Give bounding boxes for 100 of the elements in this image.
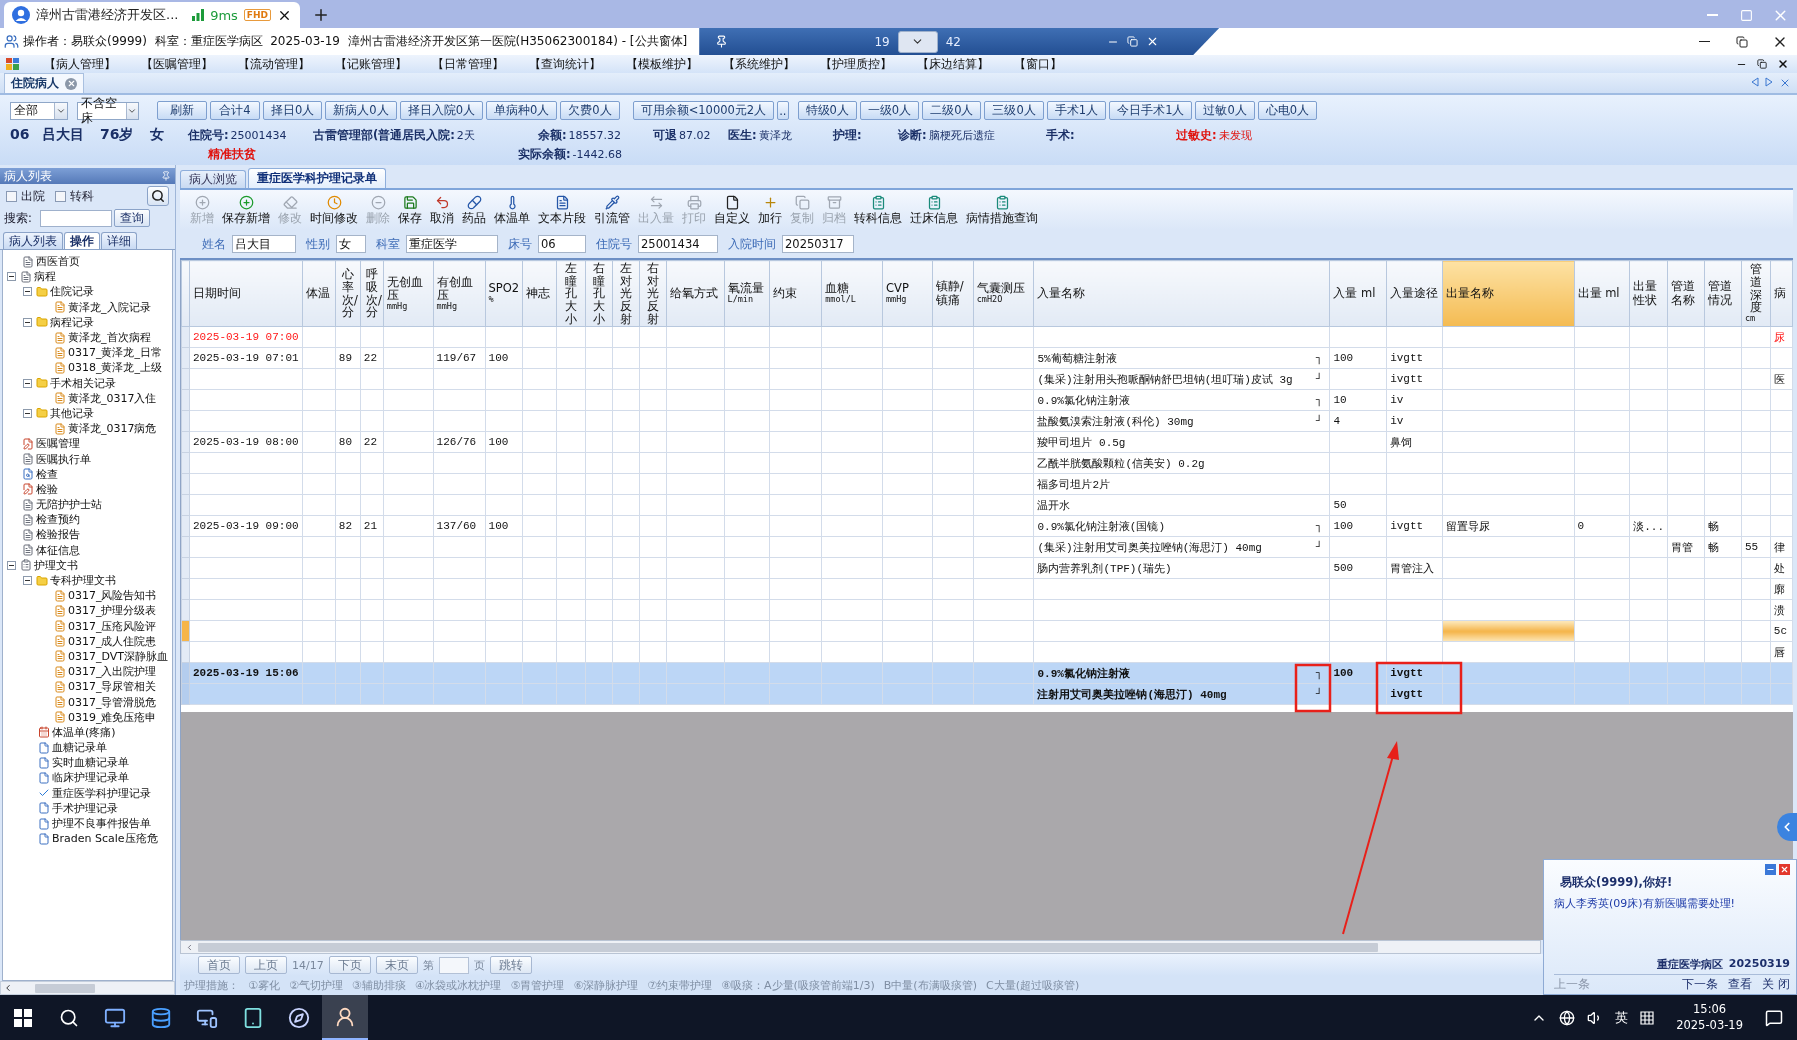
panel-tab[interactable]: 病人列表 (3, 232, 63, 249)
toolbar-button[interactable]: 取消 (426, 194, 458, 226)
menu-item[interactable]: 【护理质控】 (820, 56, 892, 72)
tree-item[interactable]: 0318_黄泽龙_上级 (68, 360, 162, 376)
tree-item[interactable]: 护理不良事件报告单 (52, 816, 151, 832)
menu-item[interactable]: 【床边结算】 (917, 56, 989, 72)
filter-button[interactable]: 择日入院0人 (399, 101, 483, 120)
search-button[interactable] (147, 186, 169, 206)
filter-button[interactable]: 欠费0人 (560, 101, 620, 120)
filter-button[interactable]: 手术1人 (1046, 101, 1107, 120)
more-button[interactable]: .. (777, 101, 789, 120)
dropdown[interactable]: 全部 (10, 101, 68, 120)
tree-item[interactable]: 黄泽龙_0317病危 (68, 421, 157, 437)
toolbar-button[interactable]: 转科信息 (850, 194, 906, 226)
input-field[interactable]: 吕大目 (232, 235, 296, 253)
input-method-indicator[interactable]: 英 (1615, 1008, 1629, 1027)
notification-icon[interactable] (1765, 1008, 1783, 1027)
menu-item[interactable]: 【日常管理】 (432, 56, 504, 72)
tree-item[interactable]: 病程 (34, 269, 56, 285)
notification-link[interactable]: 关 闭 (1762, 977, 1790, 992)
tree-item[interactable]: 重症医学科护理记录 (52, 785, 151, 801)
panel-tab[interactable]: 操作 (64, 232, 100, 249)
input-field[interactable]: 20250317 (782, 235, 854, 253)
tree-item[interactable]: 0317_压疮风险评 (68, 618, 157, 634)
tree-item[interactable]: 血糖记录单 (52, 740, 107, 756)
tree-item[interactable]: 0317_导管滑脱危 (68, 694, 157, 710)
collapse-icon[interactable] (7, 272, 16, 282)
query-button[interactable]: 查询 (113, 209, 150, 227)
pin-icon[interactable] (715, 35, 729, 48)
tree-item[interactable]: 专科护理文书 (50, 573, 116, 589)
document-tab[interactable]: 重症医学科护理记录单 (248, 168, 386, 188)
search-icon[interactable] (59, 1007, 79, 1028)
column-header[interactable]: 心率次/分 (335, 260, 361, 327)
column-header[interactable]: 病 (1770, 260, 1793, 327)
collapse-icon[interactable] (7, 560, 16, 570)
tree-item[interactable]: 临床护理记录单 (52, 770, 129, 786)
tree-item[interactable]: 0317_黄泽龙_日常 (68, 345, 162, 361)
previous-page-button[interactable]: 上页 (245, 956, 287, 974)
column-header[interactable]: 右瞳孔大小 (585, 260, 613, 327)
dropdown-button[interactable] (897, 30, 938, 53)
tree-item[interactable]: 无陪护护士站 (36, 497, 102, 513)
menu-item[interactable]: 【记账管理】 (335, 56, 407, 72)
column-header[interactable]: 出量名称 (1442, 260, 1574, 327)
page-number-field[interactable] (438, 956, 469, 974)
database-icon[interactable] (150, 1006, 172, 1029)
close-icon[interactable] (1777, 58, 1789, 70)
tree-item[interactable]: 0317_DVT深静脉血 (68, 648, 168, 664)
horizontal-scrollbar[interactable] (0, 981, 175, 995)
toolbar-button[interactable]: 自定义 (710, 194, 754, 226)
search-field[interactable] (39, 209, 112, 227)
compass-icon[interactable] (288, 1006, 310, 1029)
column-header[interactable]: 约束 (769, 260, 822, 327)
filter-button[interactable]: 刷新 (157, 101, 207, 120)
column-header[interactable]: SPO2 % (485, 260, 523, 327)
tree-item[interactable]: 0317_导尿管相关 (68, 679, 157, 695)
tree-item[interactable]: 其他记录 (50, 405, 94, 421)
column-header[interactable]: 有创血压 mmHg (433, 260, 486, 327)
column-header[interactable]: 无创血压 mmHg (383, 260, 434, 327)
column-header[interactable]: 给氧方式 (666, 260, 724, 327)
column-header[interactable]: 左对光反射 (612, 260, 640, 327)
column-header[interactable]: 神志 (522, 260, 557, 327)
column-header[interactable]: 出量性状 (1629, 260, 1668, 327)
column-header[interactable]: 日期时间 (189, 260, 303, 327)
menu-item[interactable]: 【查询统计】 (529, 56, 601, 72)
column-header[interactable]: 氧流量 L/min (724, 260, 770, 327)
filter-button[interactable]: 心电0人 (1257, 101, 1318, 120)
tree-item[interactable]: 0317_入出院护理 (68, 664, 157, 680)
tree-item[interactable]: 手术护理记录 (52, 800, 118, 816)
tree-item[interactable]: 医嘱执行单 (36, 451, 91, 467)
panel-tab[interactable]: 详细 (101, 232, 137, 249)
column-header[interactable]: 镇静/镇痛 (932, 260, 974, 327)
app-menu-icon[interactable] (6, 58, 19, 70)
document-tab[interactable]: 病人浏览 (180, 170, 246, 188)
tree-item[interactable]: 0319_难免压疮申 (68, 709, 157, 725)
input-field[interactable]: 重症医学 (406, 235, 498, 253)
input-field[interactable]: 06 (538, 235, 586, 253)
tree-item[interactable]: 检查预约 (36, 512, 80, 528)
next-page-button[interactable]: 下页 (328, 956, 371, 974)
collapse-icon[interactable] (23, 576, 32, 586)
menu-item[interactable]: 【模板维护】 (626, 56, 698, 72)
column-header[interactable]: 管道名称 (1667, 260, 1705, 327)
column-header[interactable]: 管道深度 cm (1741, 260, 1771, 327)
collapse-icon[interactable] (23, 287, 32, 297)
tree-item[interactable]: 0317_护理分级表 (68, 603, 157, 619)
column-header[interactable]: 管道情况 (1704, 260, 1742, 327)
column-header[interactable]: 出量 ml (1574, 260, 1630, 327)
toolbar-button[interactable]: 病情措施查询 (962, 194, 1042, 226)
tree-item[interactable]: 检查 (36, 466, 58, 482)
horizontal-scrollbar[interactable] (180, 940, 1541, 954)
filter-button[interactable]: 单病种0人 (486, 101, 558, 120)
toolbar-button[interactable]: 迁床信息 (906, 194, 962, 226)
tree-item[interactable]: 实时血糖记录单 (52, 755, 129, 771)
tree-item[interactable]: 体征信息 (36, 542, 80, 558)
tree-item[interactable]: 医嘱管理 (36, 436, 80, 452)
tree-item[interactable]: 0317_风险告知书 (68, 588, 157, 604)
toolbar-button[interactable]: 药品 (458, 194, 490, 226)
filter-button[interactable]: 二级0人 (922, 101, 982, 120)
last-page-button[interactable]: 末页 (375, 956, 418, 974)
toolbar-button[interactable]: 体温单 (490, 194, 534, 226)
new-tab-icon[interactable] (312, 6, 330, 24)
